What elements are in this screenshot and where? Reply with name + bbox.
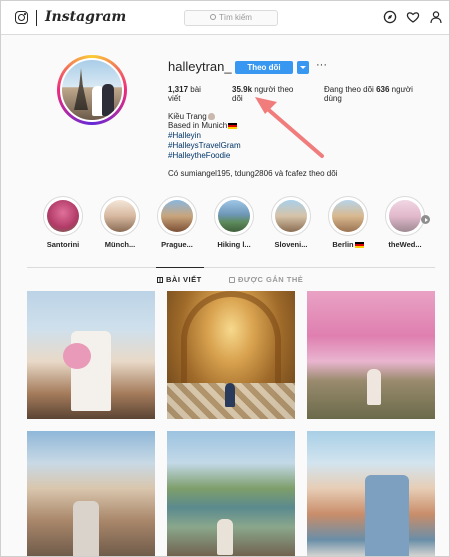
highlight-cover	[161, 200, 193, 232]
nav-divider	[36, 10, 37, 26]
highlight-munchen[interactable]: Münch...	[99, 196, 141, 249]
highlight-label: Santorini	[46, 240, 80, 249]
tag-portrait-icon	[229, 277, 235, 283]
following-count-value: 636	[376, 85, 390, 94]
instagram-logo[interactable]: Instagram	[45, 9, 126, 25]
search-placeholder: Tìm kiếm	[219, 13, 252, 22]
posts-count-value: 1,317	[168, 85, 189, 94]
highlight-ring	[100, 196, 140, 236]
post-antiquarium-hall[interactable]	[167, 291, 295, 419]
hashtag-link[interactable]: #HalleysTravelGram	[168, 141, 368, 151]
post-cherry-blossom-path[interactable]	[307, 291, 435, 419]
search-icon	[210, 14, 217, 20]
follow-dropdown-button[interactable]	[297, 61, 309, 74]
tab-tagged-label: ĐƯỢC GẮN THẺ	[238, 275, 304, 284]
post-subject	[217, 519, 233, 555]
highlight-cover	[275, 200, 307, 232]
person-icon[interactable]	[429, 10, 443, 24]
highlight-label: theWed...	[388, 240, 422, 249]
follow-button[interactable]: Theo dõi	[235, 61, 293, 74]
profile-avatar-ring[interactable]	[57, 55, 127, 125]
bunny-emoji-icon	[207, 113, 215, 120]
active-tab-indicator	[156, 267, 204, 268]
highlight-prague[interactable]: Prague...	[156, 196, 198, 249]
highlight-cover	[218, 200, 250, 232]
instagram-glyph-icon[interactable]	[15, 11, 28, 24]
tab-posts[interactable]: BÀI VIẾT	[157, 275, 202, 284]
hashtag-link[interactable]: #HalleytheFoodie	[168, 151, 368, 161]
highlight-cover	[332, 200, 364, 232]
post-subject	[367, 369, 381, 405]
post-subject	[225, 383, 235, 407]
highlight-santorini[interactable]: Santorini	[42, 196, 84, 249]
more-options-button[interactable]: ···	[316, 59, 327, 71]
highlight-label: Sloveni...	[274, 240, 308, 249]
highlights-next-icon[interactable]	[421, 215, 430, 224]
compass-icon[interactable]	[383, 10, 397, 24]
post-flower-bouquet	[63, 343, 91, 369]
highlight-label-text: Berlin	[332, 240, 354, 249]
posts-count: 1,317 bài viết	[168, 85, 214, 103]
highlight-ring	[214, 196, 254, 236]
highlight-label: Münch...	[104, 240, 136, 249]
highlight-label: Berlin	[327, 240, 369, 249]
tabs-divider	[27, 267, 435, 268]
post-old-town-fountain[interactable]	[27, 431, 155, 556]
highlight-ring	[271, 196, 311, 236]
highlight-wedding[interactable]: theWed...	[384, 196, 426, 249]
tab-tagged[interactable]: ĐƯỢC GẮN THẺ	[229, 275, 303, 284]
profile-username: halleytran_	[168, 59, 232, 74]
highlight-cover	[389, 200, 421, 232]
bio-name-text: Kiều Trang	[168, 112, 207, 121]
highlight-slovenia[interactable]: Sloveni...	[270, 196, 312, 249]
post-lake-bled-view[interactable]	[167, 431, 295, 556]
mutual-followers[interactable]: Có sumiangel195, tdung2806 và fcafez the…	[168, 169, 337, 178]
highlight-ring	[385, 196, 425, 236]
tab-posts-label: BÀI VIẾT	[166, 275, 202, 284]
grid-icon	[157, 277, 163, 283]
highlight-cover	[104, 200, 136, 232]
followers-count-value: 35.9k	[232, 85, 253, 94]
highlight-cover	[47, 200, 79, 232]
top-nav: Instagram Tìm kiếm	[1, 1, 449, 35]
followers-count[interactable]: 35.9k người theo dõi	[232, 85, 304, 103]
germany-flag-icon	[228, 123, 238, 129]
instagram-profile-window: Instagram Tìm kiếm halleytran_ Theo dõi …	[0, 0, 450, 557]
post-subject	[365, 475, 409, 556]
following-count[interactable]: Đang theo dõi 636 người dùng	[324, 85, 424, 103]
germany-flag-icon	[354, 242, 364, 248]
hashtag-link[interactable]: #Halleyin	[168, 131, 368, 141]
eiffel-tower-shape	[74, 68, 88, 110]
highlight-berlin[interactable]: Berlin	[327, 196, 369, 249]
highlight-hiking[interactable]: Hiking l...	[213, 196, 255, 249]
following-count-prefix: Đang theo dõi	[324, 85, 374, 94]
highlight-label: Prague...	[161, 240, 193, 249]
avatar-person-groom	[102, 84, 114, 116]
post-coastal-town[interactable]	[307, 431, 435, 556]
post-girl-flowers-balcony[interactable]	[27, 291, 155, 419]
search-input[interactable]: Tìm kiếm	[184, 10, 278, 26]
post-subject	[73, 501, 99, 556]
highlight-ring	[43, 196, 83, 236]
bio-location: Based in Munich	[168, 121, 368, 131]
bio-location-text: Based in Munich	[168, 121, 228, 130]
highlight-ring	[328, 196, 368, 236]
highlight-label: Hiking l...	[217, 240, 251, 249]
highlight-ring	[157, 196, 197, 236]
avatar[interactable]	[60, 58, 124, 122]
heart-icon[interactable]	[406, 10, 420, 24]
